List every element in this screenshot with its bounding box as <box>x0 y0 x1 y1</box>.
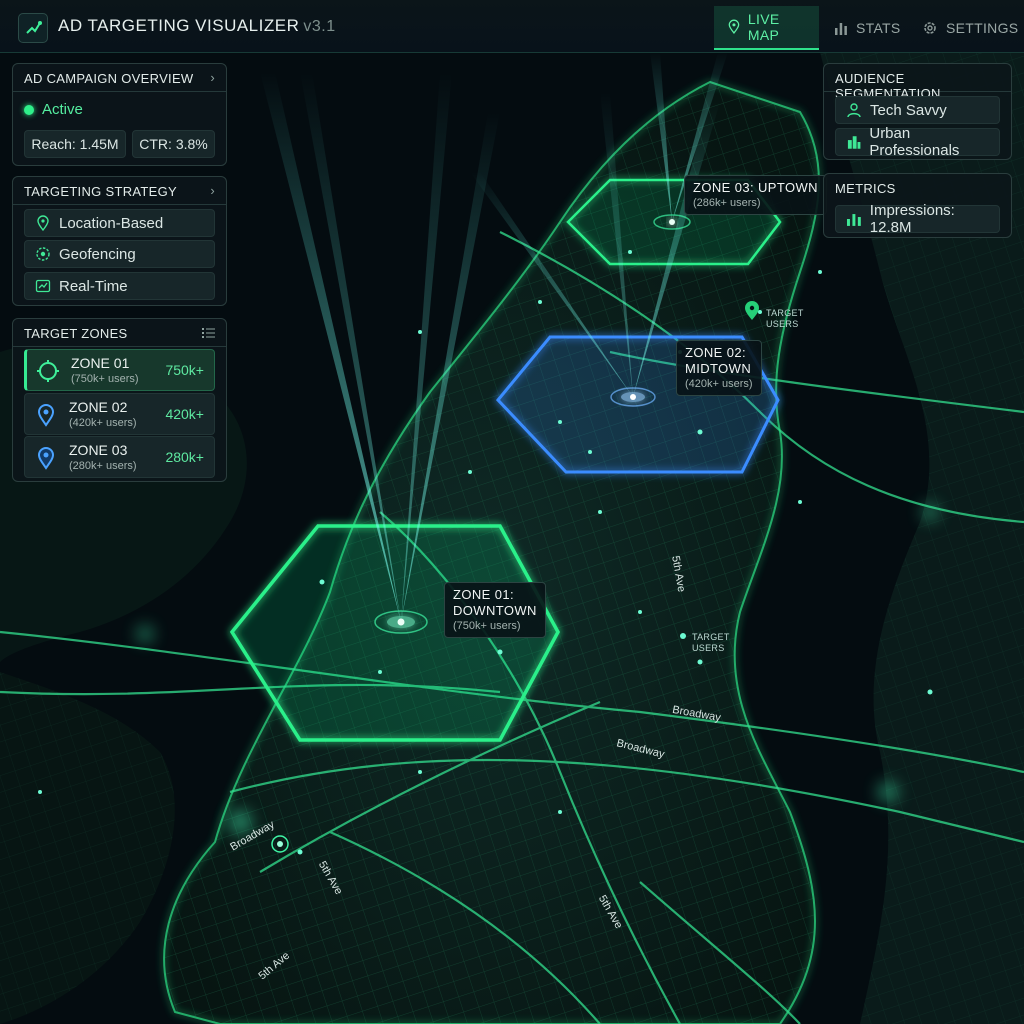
zone-value: 420k+ <box>165 406 204 422</box>
tab-settings-label: SETTINGS <box>946 20 1019 36</box>
targeting-strategy-title: TARGETING STRATEGY <box>24 184 177 199</box>
audience-item-label: Tech Savvy <box>870 101 947 119</box>
bar-chart-icon <box>835 23 847 35</box>
app-logo <box>18 13 48 43</box>
chevron-right-icon[interactable]: › <box>210 70 215 85</box>
target-users-pin-2[interactable] <box>680 633 686 639</box>
campaign-status: Active <box>24 101 83 118</box>
zone-list-item-03[interactable]: ZONE 03 (280k+ users) 280k+ <box>24 436 215 478</box>
ctr-text: CTR: 3.8% <box>139 136 208 152</box>
ctr-stat: CTR: 3.8% <box>132 130 215 158</box>
targeting-strategy-header[interactable]: TARGETING STRATEGY › <box>13 177 226 205</box>
zone-01-map-label[interactable]: ZONE 01: DOWNTOWN (750k+ users) <box>444 582 546 638</box>
realtime-icon <box>35 279 51 293</box>
audience-segmentation-header: AUDIENCE SEGMENTATION <box>824 64 1011 101</box>
targeting-strategy-panel: TARGETING STRATEGY › Location-Based Geof… <box>12 176 227 306</box>
zone-list-item-01[interactable]: ZONE 01 (750k+ users) 750k+ <box>24 349 215 391</box>
target-users-label-1-line2: USERS <box>766 319 799 329</box>
zone-01-map-users: (750k+ users) <box>453 620 521 632</box>
gear-icon <box>924 22 936 34</box>
geofence-icon <box>36 247 50 261</box>
zone-02-map-label[interactable]: ZONE 02: MIDTOWN (420k+ users) <box>676 340 762 396</box>
target-zones-header: TARGET ZONES <box>13 319 226 347</box>
reach-stat: Reach: 1.45M <box>24 130 126 158</box>
target-users-label-2: TARGET USERS <box>692 632 730 654</box>
location-pin-icon <box>37 215 49 231</box>
zone-01-map-title-line2: DOWNTOWN <box>453 603 537 618</box>
logo-icon <box>26 21 42 34</box>
user-icon <box>847 103 861 118</box>
zone-users: (280k+ users) <box>69 460 137 472</box>
zone-02-map-users: (420k+ users) <box>685 378 753 390</box>
app-title: AD TARGETING VISUALIZER v3.1 <box>58 16 336 36</box>
bar-chart-icon <box>846 214 861 226</box>
list-icon[interactable] <box>202 327 215 339</box>
campaign-overview-header[interactable]: AD CAMPAIGN OVERVIEW › <box>13 64 226 92</box>
map-pin-icon <box>728 19 740 34</box>
metrics-panel: METRICS Impressions: 12.8M <box>823 173 1012 238</box>
zone-value: 750k+ <box>165 362 204 378</box>
zone-02-map-title: ZONE 02: <box>685 345 746 360</box>
strategy-item-label: Geofencing <box>59 245 136 263</box>
status-dot-icon <box>24 104 34 115</box>
campaign-status-text: Active <box>42 101 83 118</box>
tab-settings[interactable]: SETTINGS <box>922 6 1018 50</box>
audience-item-tech-savvy[interactable]: Tech Savvy <box>835 96 1000 124</box>
strategy-item-location-based[interactable]: Location-Based <box>24 209 215 237</box>
zone-name: ZONE 02 <box>69 399 128 415</box>
target-zones-title: TARGET ZONES <box>24 326 128 341</box>
zone-03-map-label[interactable]: ZONE 03: UPTOWN (286k+ users) <box>684 175 827 215</box>
map-pin-blue-icon <box>37 447 55 470</box>
tab-stats[interactable]: STATS <box>834 6 901 50</box>
reach-text: Reach: 1.45M <box>31 136 119 152</box>
zone-02-map-title-line2: MIDTOWN <box>685 361 752 376</box>
campaign-overview-panel: AD CAMPAIGN OVERVIEW › Active Reach: 1.4… <box>12 63 227 166</box>
tab-live-map[interactable]: LIVE MAP <box>714 6 819 50</box>
target-zones-panel: TARGET ZONES ZONE 01 (750k+ users) 750k+… <box>12 318 227 482</box>
zone-name: ZONE 01 <box>71 355 130 371</box>
app-title-text: AD TARGETING VISUALIZER <box>58 16 300 35</box>
strategy-item-geofencing[interactable]: Geofencing <box>24 240 215 268</box>
impressions-stat: Impressions: 12.8M <box>835 202 1000 236</box>
tab-stats-label: STATS <box>856 20 901 36</box>
impressions-text: Impressions: 12.8M <box>869 202 955 236</box>
chevron-right-icon[interactable]: › <box>210 183 215 198</box>
strategy-item-real-time[interactable]: Real-Time <box>24 272 215 300</box>
zone-01-map-title: ZONE 01: <box>453 587 514 602</box>
zone-target-icon <box>37 360 59 382</box>
metrics-title: METRICS <box>835 181 896 196</box>
building-icon <box>847 136 861 149</box>
target-users-label-1-line1: TARGET <box>766 308 804 318</box>
zone-name: ZONE 03 <box>69 442 128 458</box>
map-pin-blue-icon <box>37 404 55 427</box>
target-users-label-2-line1: TARGET <box>692 632 730 642</box>
zone-03-map-title: ZONE 03: UPTOWN <box>693 180 818 195</box>
zone-03-map-users: (286k+ users) <box>693 197 761 209</box>
campaign-overview-title: AD CAMPAIGN OVERVIEW <box>24 71 194 86</box>
strategy-item-label: Location-Based <box>59 214 164 232</box>
tab-live-map-label: LIVE MAP <box>747 11 780 43</box>
zone-list-item-02[interactable]: ZONE 02 (420k+ users) 420k+ <box>24 393 215 435</box>
audience-segmentation-panel: AUDIENCE SEGMENTATION Tech Savvy Urban P… <box>823 63 1012 160</box>
target-users-label-2-line2: USERS <box>692 643 725 653</box>
zone-users: (750k+ users) <box>71 373 139 385</box>
metrics-header: METRICS <box>824 174 1011 202</box>
strategy-item-label: Real-Time <box>59 277 128 295</box>
top-bar: AD TARGETING VISUALIZER v3.1 LIVE MAP STA… <box>0 0 1024 53</box>
zone-users: (420k+ users) <box>69 417 137 429</box>
audience-item-label: Urban Professionals <box>869 125 960 159</box>
zone-value: 280k+ <box>165 449 204 465</box>
app-version: v3.1 <box>303 18 336 35</box>
target-users-label-1: TARGET USERS <box>766 308 804 330</box>
audience-item-urban-professionals[interactable]: Urban Professionals <box>835 125 1000 159</box>
